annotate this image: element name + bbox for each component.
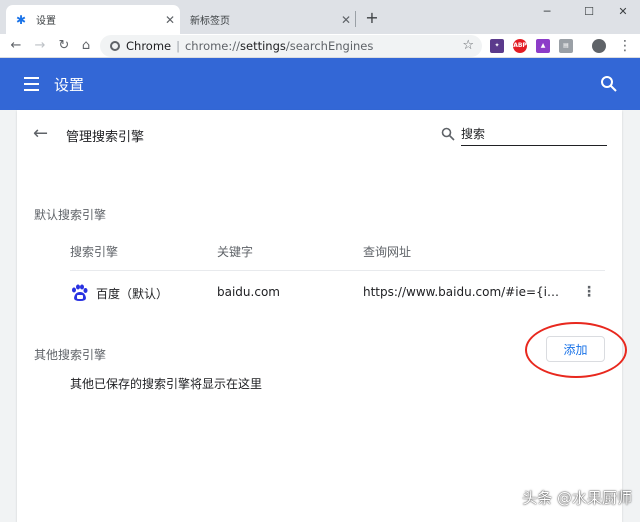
- baidu-paw-icon: [72, 284, 88, 301]
- reload-button[interactable]: ↻: [54, 36, 74, 56]
- maximize-button[interactable]: ☐: [574, 4, 604, 20]
- settings-title: 设置: [54, 76, 85, 94]
- minimize-button[interactable]: ─: [532, 4, 562, 20]
- table-divider: [70, 270, 605, 271]
- chrome-page-icon: [110, 41, 120, 51]
- omnibox-separator: |: [176, 39, 180, 53]
- tab-title: 设置: [36, 16, 56, 27]
- extension-icon[interactable]: ▤: [559, 39, 573, 53]
- close-window-button[interactable]: ✕: [608, 4, 638, 20]
- empty-list-message: 其他已保存的搜索引擎将显示在这里: [70, 377, 263, 391]
- search-box: [437, 122, 607, 146]
- gear-icon: ✱: [16, 12, 27, 27]
- url-path: /searchEngines: [285, 39, 374, 53]
- more-actions-icon[interactable]: ⋮: [581, 282, 597, 302]
- extension-icon[interactable]: ▲: [536, 39, 550, 53]
- tab-separator: [355, 11, 356, 27]
- search-engines-input[interactable]: [461, 122, 607, 146]
- profile-avatar-icon[interactable]: [592, 39, 606, 53]
- hamburger-menu-icon[interactable]: [24, 77, 39, 91]
- search-icon: [441, 127, 455, 141]
- home-button[interactable]: ⌂: [76, 36, 96, 56]
- column-header-url: 查询网址: [363, 245, 412, 259]
- url-host: settings: [240, 39, 286, 53]
- other-engines-label: 其他搜索引擎: [34, 348, 107, 362]
- tab-strip: ✱ 设置 ✕ 新标签页 ✕ + ─ ☐ ✕: [0, 0, 640, 34]
- default-engines-label: 默认搜索引擎: [34, 208, 107, 222]
- back-arrow-icon[interactable]: ←: [33, 124, 53, 144]
- engine-name: 百度（默认）: [96, 287, 169, 301]
- column-header-engine: 搜索引擎: [70, 245, 119, 259]
- engine-url: https://www.baidu.com/#ie={inputEncoding…: [363, 285, 563, 299]
- search-icon[interactable]: [600, 75, 618, 93]
- page-title: 管理搜索引擎: [66, 130, 145, 145]
- tab-settings[interactable]: ✱ 设置 ✕: [6, 5, 180, 34]
- bookmark-star-icon[interactable]: ☆: [462, 35, 474, 57]
- new-tab-button[interactable]: +: [362, 8, 382, 28]
- back-button[interactable]: ←: [6, 36, 26, 56]
- adblock-plus-icon[interactable]: ABP: [513, 39, 527, 53]
- close-icon[interactable]: ✕: [160, 13, 180, 27]
- omnibox-label: Chrome: [126, 39, 172, 53]
- table-row: 百度（默认） baidu.com https://www.baidu.com/#…: [70, 276, 605, 308]
- search-engines-card: ← 管理搜索引擎 默认搜索引擎 搜索引擎 关键字 查询网址 百度（默认） bai…: [17, 110, 627, 522]
- browser-toolbar: ← → ↻ ⌂ Chrome | chrome:// settings /sea…: [0, 34, 640, 58]
- extension-icon[interactable]: ✦: [490, 39, 504, 53]
- chrome-menu-icon[interactable]: ⋮: [618, 36, 632, 56]
- watermark: 头条 @水果厨师: [522, 489, 632, 507]
- address-bar[interactable]: Chrome | chrome:// settings /searchEngin…: [100, 35, 482, 57]
- settings-header: 设置: [0, 58, 640, 110]
- tab-title: 新标签页: [190, 16, 230, 27]
- column-header-keyword: 关键字: [217, 245, 254, 259]
- tab-new-tab[interactable]: 新标签页 ✕: [180, 5, 356, 34]
- highlight-annotation: [525, 322, 627, 378]
- url-scheme: chrome://: [184, 39, 241, 53]
- close-icon[interactable]: ✕: [336, 13, 356, 27]
- engine-keyword: baidu.com: [217, 285, 280, 299]
- forward-button[interactable]: →: [30, 36, 50, 56]
